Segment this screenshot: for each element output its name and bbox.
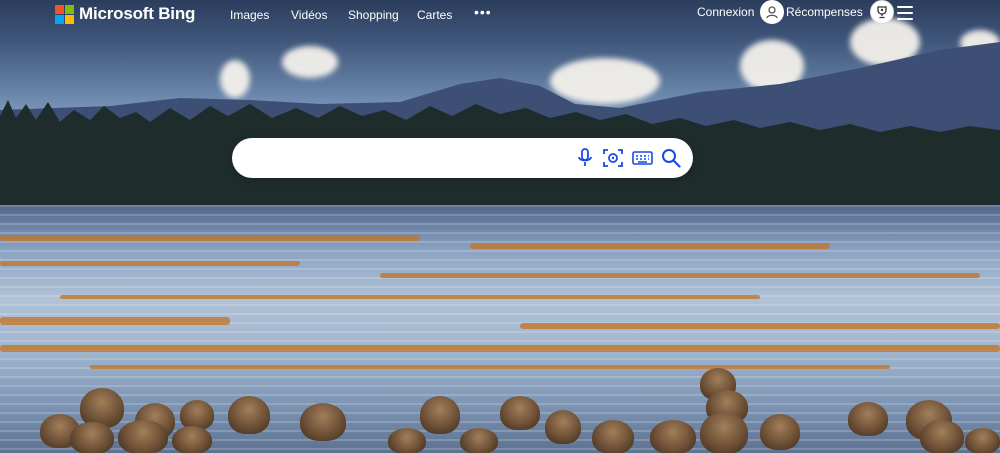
logo-square-yellow (65, 14, 74, 24)
signin-button[interactable]: Connexion (697, 0, 785, 24)
otter (420, 396, 460, 434)
otter (760, 414, 800, 450)
more-menu-button[interactable]: ••• (474, 4, 492, 20)
search-input[interactable] (250, 146, 574, 172)
otter (500, 396, 540, 430)
nav-shopping[interactable]: Shopping (348, 8, 399, 22)
otter (300, 403, 346, 441)
keyboard-icon[interactable] (631, 147, 653, 169)
brand-name: Microsoft Bing (79, 4, 196, 23)
background-image (0, 0, 1000, 453)
otter (592, 420, 634, 453)
rewards-label: Récompenses (786, 5, 863, 19)
rewards-button[interactable]: Récompenses (786, 0, 894, 24)
top-bar: Microsoft Bing Images Vidéos Shopping Ca… (0, 0, 1000, 32)
otter (118, 420, 168, 453)
otter (545, 410, 581, 444)
user-icon (760, 0, 785, 24)
nav-images[interactable]: Images (230, 8, 269, 22)
trophy-icon (869, 0, 894, 24)
microphone-icon[interactable] (574, 147, 596, 169)
nav-videos[interactable]: Vidéos (291, 8, 327, 22)
bing-logo[interactable]: Microsoft Bing (55, 4, 195, 24)
logo-square-blue (55, 14, 64, 24)
otter (70, 422, 114, 453)
visual-search-icon[interactable] (602, 147, 624, 169)
microsoft-logo-icon (55, 4, 74, 24)
otter (920, 420, 964, 453)
otter (460, 428, 498, 453)
nav-maps[interactable]: Cartes (417, 8, 452, 22)
otter (965, 428, 1000, 453)
otter (228, 396, 270, 434)
otter (848, 402, 888, 436)
otter (172, 426, 212, 453)
search-box (232, 138, 693, 178)
logo-square-red (55, 4, 64, 14)
search-icon[interactable] (660, 147, 682, 169)
logo-square-green (65, 4, 74, 14)
otter (700, 412, 748, 453)
otter (650, 420, 696, 453)
signin-label: Connexion (697, 5, 755, 19)
hamburger-menu-icon[interactable] (897, 6, 913, 20)
otter (388, 428, 426, 453)
